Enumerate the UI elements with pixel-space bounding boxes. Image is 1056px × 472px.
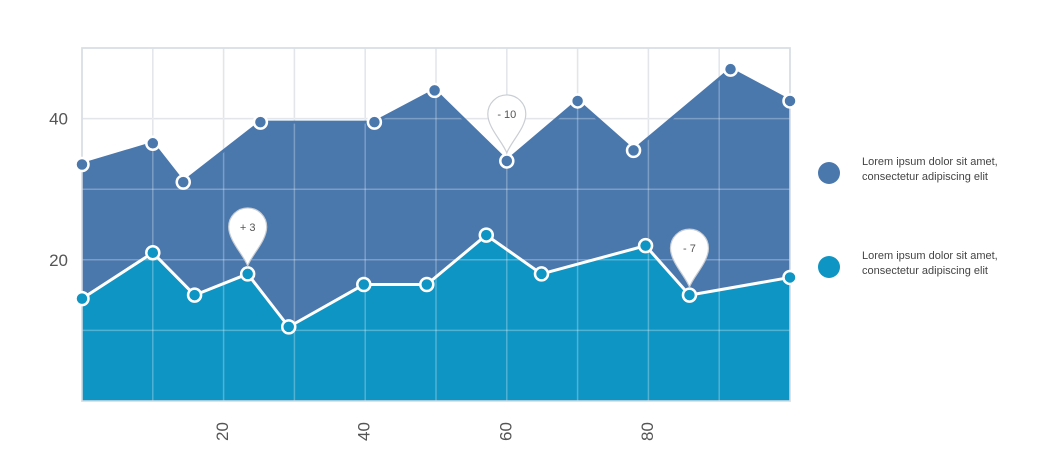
data-point <box>239 266 256 282</box>
data-point <box>533 266 550 282</box>
data-point <box>478 227 495 243</box>
annotation-label: - 7 <box>683 243 696 255</box>
legend-label: Lorem ipsum dolor sit amet, consectetur … <box>862 250 998 277</box>
data-point <box>186 287 203 303</box>
legend-label: Lorem ipsum dolor sit amet, consectetur … <box>862 156 998 183</box>
data-point <box>419 276 435 293</box>
x-tick-label: 60 <box>496 422 515 441</box>
data-point <box>175 174 191 190</box>
data-point <box>145 244 161 261</box>
y-tick-label: 40 <box>49 110 68 129</box>
data-point <box>145 135 161 152</box>
data-point <box>782 269 798 286</box>
data-point <box>569 93 586 109</box>
y-tick-label: 20 <box>49 251 68 270</box>
data-point <box>74 290 90 307</box>
data-point <box>280 319 297 335</box>
legend-item: Lorem ipsum dolor sit amet, consectetur … <box>818 247 1048 287</box>
area-chart: - 10 + 3 - 7 20 40 20 40 60 80 <box>49 47 798 441</box>
data-point <box>625 142 642 159</box>
annotation-label: + 3 <box>240 222 256 234</box>
legend-item: Lorem ipsum dolor sit amet, consectetur … <box>818 153 1048 193</box>
x-tick-label: 40 <box>355 422 374 441</box>
data-point <box>782 93 798 109</box>
data-point <box>252 114 269 130</box>
data-point <box>426 82 443 99</box>
data-point <box>681 287 698 303</box>
data-point <box>637 237 654 254</box>
annotation-label: - 10 <box>497 109 516 121</box>
x-tick-label: 80 <box>638 422 657 441</box>
x-tick-label: 20 <box>213 422 232 441</box>
data-point <box>499 153 515 169</box>
legend-swatch-icon <box>818 256 840 278</box>
data-point <box>366 114 383 130</box>
legend-swatch-icon <box>818 162 840 184</box>
data-point <box>356 276 372 293</box>
data-point <box>74 156 90 173</box>
data-point <box>722 61 739 77</box>
